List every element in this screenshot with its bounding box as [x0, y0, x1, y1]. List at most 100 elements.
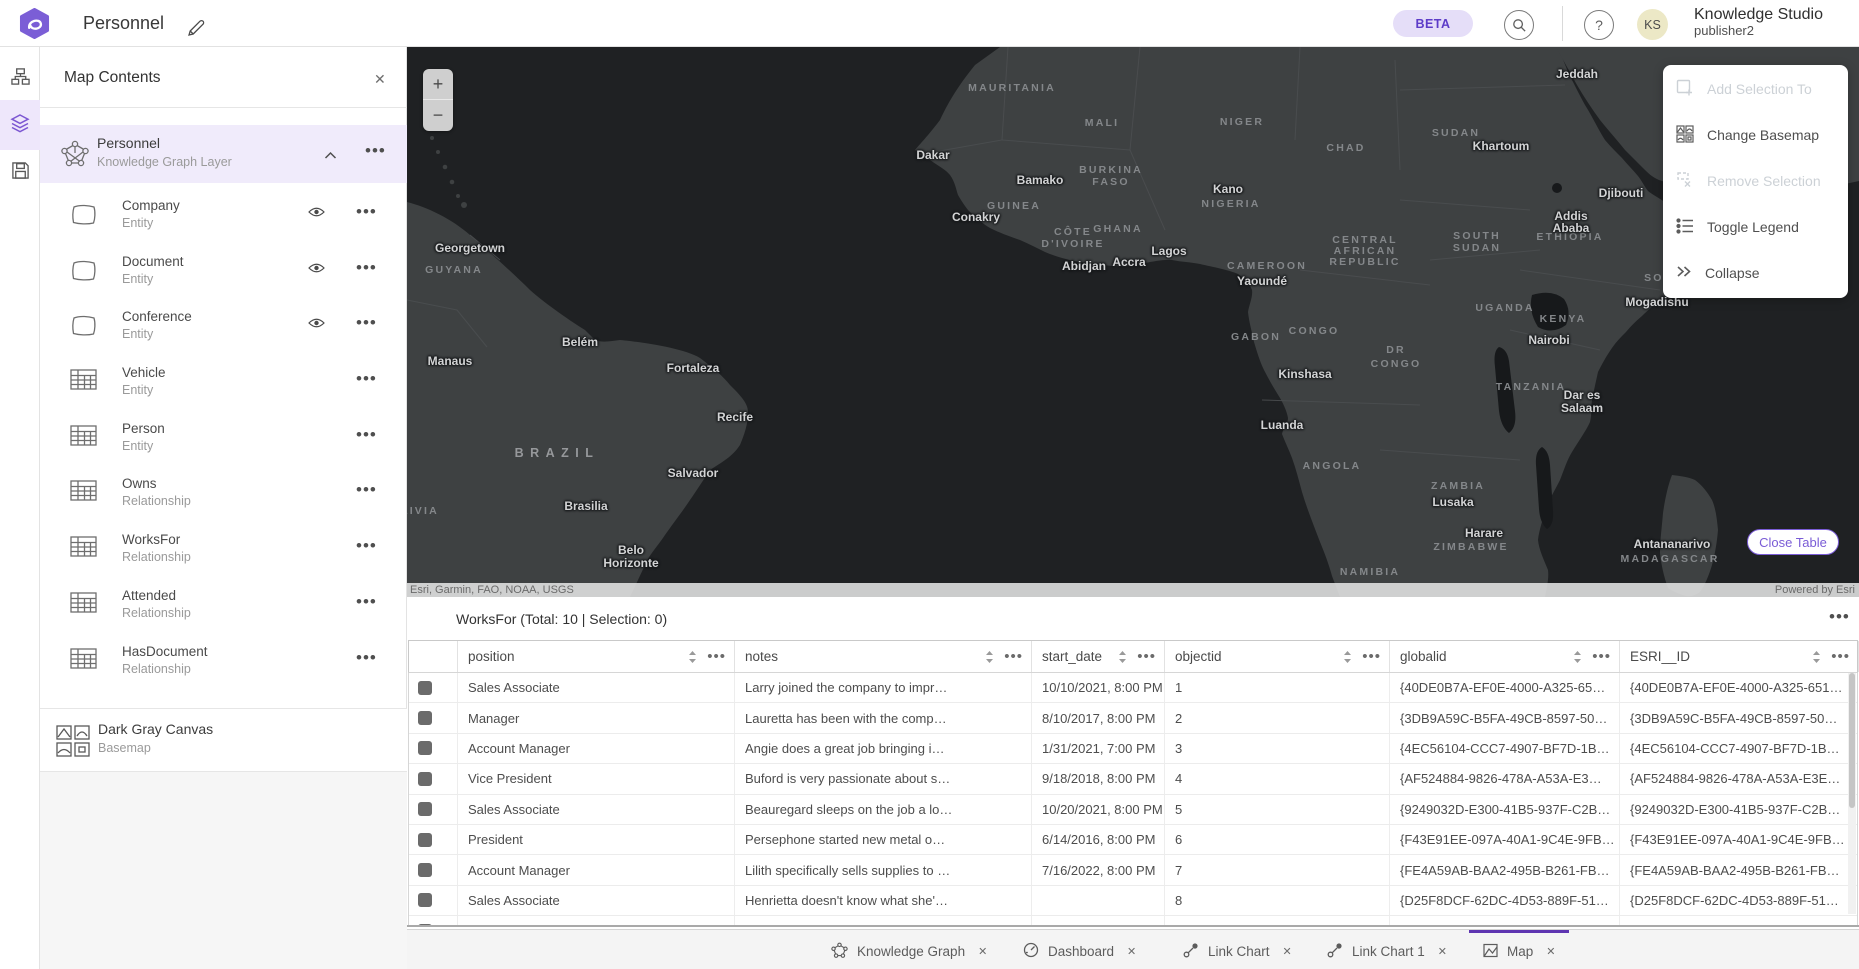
sidebar-item-data-model[interactable]	[0, 54, 40, 104]
table-row[interactable]: Sales AssociateBeauregard sleeps on the …	[409, 795, 1857, 825]
close-table-button[interactable]: Close Table	[1747, 529, 1839, 555]
chevron-up-icon[interactable]	[324, 147, 337, 165]
layer-group-personnel[interactable]: Personnel Knowledge Graph Layer •••	[40, 125, 407, 183]
column-header-start_date[interactable]: start_date•••	[1032, 641, 1165, 672]
zoom-in-button[interactable]: +	[423, 69, 453, 100]
sidebar-item-layers[interactable]	[0, 100, 40, 150]
layer-row-company[interactable]: CompanyEntity•••	[40, 188, 407, 244]
close-tab-icon[interactable]: ✕	[1438, 945, 1447, 958]
close-tab-icon[interactable]: ✕	[1283, 945, 1292, 958]
table-row[interactable]: Vice PresidentBuford is very passionate …	[409, 764, 1857, 794]
zoom-control: + −	[423, 69, 453, 131]
view-tab-knowledge-graph[interactable]: Knowledge Graph✕	[817, 930, 1001, 969]
column-label: ESRI__ID	[1630, 649, 1812, 664]
view-tab-dashboard[interactable]: Dashboard✕	[1009, 930, 1150, 969]
table-row[interactable]: Sales AssociateHenrietta doesn't know wh…	[409, 886, 1857, 916]
table-horizontal-scrollbar[interactable]	[407, 925, 1859, 927]
row-checkbox[interactable]	[418, 711, 432, 725]
close-tab-icon[interactable]: ✕	[978, 945, 987, 958]
row-checkbox[interactable]	[418, 681, 432, 695]
column-options-icon[interactable]: •••	[1592, 648, 1611, 665]
sort-icon[interactable]	[1118, 650, 1127, 664]
layer-group-options-icon[interactable]: •••	[365, 141, 386, 161]
column-options-icon[interactable]: •••	[707, 648, 726, 665]
table-vertical-scrollbar[interactable]	[1848, 673, 1856, 914]
map-city-label: Jeddah	[1556, 67, 1598, 81]
map-city-label: Khartoum	[1473, 139, 1530, 153]
menu-item-change-basemap[interactable]: Change Basemap	[1663, 112, 1848, 158]
layer-row-conference[interactable]: ConferenceEntity•••	[40, 299, 407, 355]
column-options-icon[interactable]: •••	[1831, 648, 1850, 665]
column-header-globalid[interactable]: globalid•••	[1390, 641, 1620, 672]
cell-position: Vice President	[458, 764, 735, 793]
table-row[interactable]: ManagerLauretta has been with the comp…8…	[409, 703, 1857, 733]
search-button[interactable]	[1504, 10, 1534, 40]
menu-item-toggle-legend[interactable]: Toggle Legend	[1663, 204, 1848, 250]
layer-options-icon[interactable]: •••	[356, 536, 377, 556]
layer-options-icon[interactable]: •••	[356, 258, 377, 278]
map-country-label: CÔTE	[1054, 226, 1092, 238]
map-city-label: Kinshasa	[1278, 367, 1331, 381]
layer-row-attended[interactable]: AttendedRelationship•••	[40, 578, 407, 634]
sidebar-item-save[interactable]	[0, 148, 40, 198]
sort-icon[interactable]	[1812, 650, 1821, 664]
layer-row-document[interactable]: DocumentEntity•••	[40, 244, 407, 300]
row-checkbox[interactable]	[418, 802, 432, 816]
table-options-icon[interactable]: •••	[1829, 607, 1850, 627]
map-country-label: CHAD	[1326, 142, 1365, 154]
visibility-eye-icon[interactable]	[308, 316, 325, 334]
basemap-row[interactable]: Dark Gray Canvas Basemap	[40, 708, 407, 772]
account-info[interactable]: Knowledge Studio publisher2	[1694, 6, 1823, 39]
close-panel-icon[interactable]: ✕	[374, 71, 386, 88]
layer-options-icon[interactable]: •••	[356, 480, 377, 500]
help-icon: ?	[1595, 17, 1603, 33]
table-row[interactable]: Account ManagerAngie does a great job br…	[409, 734, 1857, 764]
sort-icon[interactable]	[1343, 650, 1352, 664]
row-checkbox[interactable]	[418, 741, 432, 755]
layer-row-worksfor[interactable]: WorksForRelationship•••	[40, 522, 407, 578]
row-checkbox[interactable]	[418, 772, 432, 786]
layer-row-hasdocument[interactable]: HasDocumentRelationship•••	[40, 634, 407, 690]
layer-row-owns[interactable]: OwnsRelationship•••	[40, 466, 407, 522]
view-tab-link-chart-1[interactable]: Link Chart 1✕	[1313, 930, 1461, 969]
layer-options-icon[interactable]: •••	[356, 592, 377, 612]
column-header-objectid[interactable]: objectid•••	[1165, 641, 1390, 672]
column-header-notes[interactable]: notes•••	[735, 641, 1032, 672]
zoom-out-button[interactable]: −	[423, 100, 453, 131]
column-options-icon[interactable]: •••	[1362, 648, 1381, 665]
table-row[interactable]: PresidentPersephone started new metal o……	[409, 825, 1857, 855]
user-avatar[interactable]: KS	[1637, 9, 1668, 40]
sort-icon[interactable]	[688, 650, 697, 664]
layer-row-vehicle[interactable]: VehicleEntity•••	[40, 355, 407, 411]
layer-name: Attended	[122, 588, 176, 603]
help-button[interactable]: ?	[1584, 10, 1614, 40]
row-checkbox[interactable]	[418, 893, 432, 907]
layer-options-icon[interactable]: •••	[356, 313, 377, 333]
row-checkbox[interactable]	[418, 863, 432, 877]
row-checkbox[interactable]	[418, 833, 432, 847]
column-options-icon[interactable]: •••	[1137, 648, 1156, 665]
visibility-eye-icon[interactable]	[308, 261, 325, 279]
polygon-layer-icon	[70, 202, 98, 231]
column-header-position[interactable]: position•••	[458, 641, 735, 672]
layer-options-icon[interactable]: •••	[356, 425, 377, 445]
column-options-icon[interactable]: •••	[1004, 648, 1023, 665]
column-header-esri_id[interactable]: ESRI__ID •••	[1620, 641, 1859, 672]
close-tab-icon[interactable]: ✕	[1546, 945, 1555, 958]
table-row[interactable]: Sales AssociateLarry joined the company …	[409, 673, 1857, 703]
layer-row-person[interactable]: PersonEntity•••	[40, 411, 407, 467]
sort-icon[interactable]	[1573, 650, 1582, 664]
sort-icon[interactable]	[985, 650, 994, 664]
layer-options-icon[interactable]: •••	[356, 202, 377, 222]
layer-options-icon[interactable]: •••	[356, 369, 377, 389]
row-select-cell	[409, 764, 458, 793]
close-tab-icon[interactable]: ✕	[1127, 945, 1136, 958]
map-view[interactable]: MAURITANIAMALINIGERCHADSUDANGUINEABURKIN…	[407, 47, 1859, 597]
visibility-eye-icon[interactable]	[308, 205, 325, 223]
layer-options-icon[interactable]: •••	[356, 648, 377, 668]
view-tab-link-chart[interactable]: Link Chart✕	[1169, 930, 1306, 969]
view-tab-map[interactable]: Map✕	[1469, 930, 1569, 969]
table-row[interactable]: Account ManagerLilith specifically sells…	[409, 855, 1857, 885]
edit-title-icon[interactable]	[186, 18, 206, 38]
menu-item-collapse[interactable]: Collapse	[1663, 250, 1848, 296]
